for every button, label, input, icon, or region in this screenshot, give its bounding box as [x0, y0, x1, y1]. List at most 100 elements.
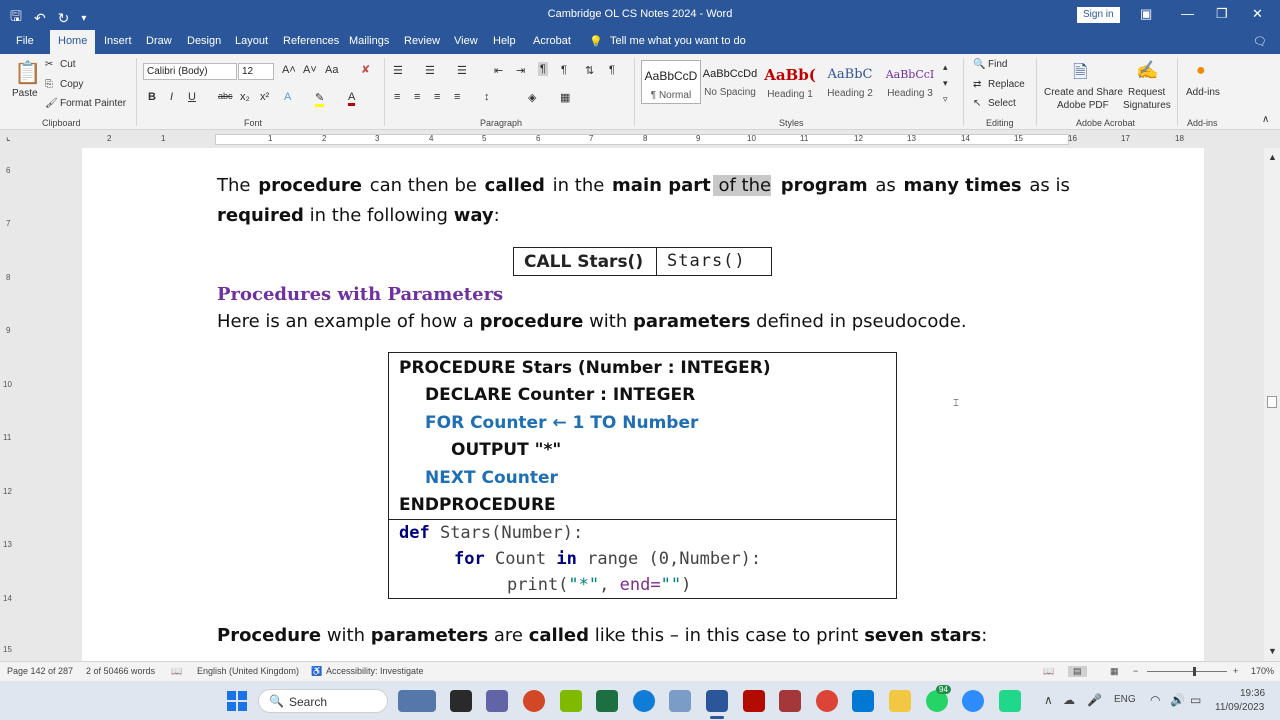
replace-button[interactable]: Replace — [988, 79, 1025, 90]
style-heading-3[interactable]: AaBbCcI Heading 3 — [880, 60, 940, 104]
clear-formatting-icon[interactable]: ✘ — [361, 63, 370, 76]
tab-selector-icon[interactable]: ⌞ — [6, 132, 11, 143]
request-signatures-button-line2[interactable]: Signatures — [1123, 100, 1171, 111]
start-icon[interactable] — [227, 691, 247, 711]
call-python-cell[interactable]: Stars() — [657, 248, 771, 275]
web-layout-icon[interactable]: ▦ — [1110, 666, 1119, 677]
page-count[interactable]: Page 142 of 287 — [7, 666, 73, 676]
zoom-slider[interactable] — [1147, 671, 1227, 672]
onedrive-icon[interactable]: ☁ — [1063, 693, 1075, 707]
acrobat-icon[interactable] — [743, 690, 765, 712]
scroll-down-icon[interactable]: ▼ — [1268, 646, 1277, 656]
volume-icon[interactable]: 🔊 — [1170, 693, 1185, 707]
font-size-combo[interactable]: 12 — [238, 63, 274, 80]
font-name-combo[interactable]: Calibri (Body) — [143, 63, 237, 80]
select-button[interactable]: Select — [988, 98, 1016, 109]
sort-icon[interactable]: ⇅ — [585, 64, 594, 77]
find-icon[interactable]: 🔍 — [973, 59, 985, 70]
align-center-icon[interactable]: ≡ — [414, 91, 420, 103]
tab-references[interactable]: References — [283, 35, 339, 47]
request-signatures-button[interactable]: Request — [1128, 87, 1165, 98]
mail-icon[interactable] — [669, 690, 691, 712]
tab-design[interactable]: Design — [187, 35, 221, 47]
call-table[interactable]: CALL Stars() Stars() — [513, 247, 772, 276]
powerpoint-icon[interactable] — [523, 690, 545, 712]
clock-date[interactable]: 11/09/2023 — [1215, 702, 1264, 713]
ribbon-display-icon[interactable]: ▣ — [1140, 6, 1152, 22]
horizontal-ruler[interactable]: ⌞ 2 1 1 2 3 4 5 6 7 8 9 10 11 12 13 14 1… — [0, 131, 1280, 148]
style-no-spacing[interactable]: AaBbCcDd No Spacing — [700, 60, 760, 104]
call-pseudocode-cell[interactable]: CALL Stars() — [514, 248, 657, 275]
tell-me-search[interactable]: Tell me what you want to do — [610, 35, 746, 47]
accessibility-status[interactable]: Accessibility: Investigate — [326, 666, 424, 676]
superscript-icon[interactable]: x² — [260, 91, 269, 103]
accessibility-icon[interactable]: ♿ — [311, 666, 322, 677]
tab-layout[interactable]: Layout — [235, 35, 268, 47]
show-marks-icon[interactable]: ¶ — [609, 64, 615, 76]
style-heading-1[interactable]: AaBb( Heading 1 — [760, 60, 820, 104]
subscript-icon[interactable]: x₂ — [240, 91, 250, 103]
tab-file[interactable]: File — [16, 35, 34, 47]
bullets-icon[interactable]: ☰ — [393, 64, 403, 77]
format-painter-button[interactable]: Format Painter — [60, 98, 126, 109]
tab-insert[interactable]: Insert — [104, 35, 132, 47]
find-button[interactable]: Find — [988, 59, 1007, 70]
grow-font-icon[interactable]: A˄ — [282, 64, 296, 76]
pycharm-icon[interactable] — [999, 690, 1021, 712]
tab-draw[interactable]: Draw — [146, 35, 172, 47]
tab-view[interactable]: View — [454, 35, 478, 47]
news-widget-icon[interactable] — [398, 690, 436, 712]
addins-icon[interactable]: ● — [1196, 62, 1206, 80]
create-pdf-button[interactable]: Create and Share — [1044, 87, 1123, 98]
underline-icon[interactable]: U — [188, 91, 196, 103]
tab-home[interactable]: Home — [50, 30, 96, 54]
paste-button[interactable]: Paste — [12, 88, 38, 99]
show-hidden-icons[interactable]: ∧ — [1044, 693, 1053, 707]
paragraph-call-line2[interactable]: required in the following way: — [217, 205, 500, 226]
shading-icon[interactable]: ◈ — [528, 91, 536, 104]
tab-review[interactable]: Review — [404, 35, 440, 47]
comments-icon[interactable]: 🗨 — [1253, 35, 1267, 48]
change-case-icon[interactable]: Aa — [325, 64, 338, 76]
styles-more-icon[interactable]: ▿ — [943, 94, 948, 105]
language[interactable]: English (United Kingdom) — [197, 666, 299, 676]
numbering-icon[interactable]: ☰ — [425, 64, 435, 77]
microphone-icon[interactable]: 🎤 — [1087, 693, 1102, 707]
section-heading[interactable]: Procedures with Parameters — [217, 284, 503, 305]
battery-icon[interactable]: ▭ — [1190, 693, 1201, 707]
create-pdf-icon[interactable]: 🗎 — [1073, 60, 1087, 90]
shrink-font-icon[interactable]: A˅ — [303, 64, 317, 76]
align-right-icon[interactable]: ≡ — [434, 91, 440, 103]
justify-icon[interactable]: ≡ — [454, 91, 460, 103]
borders-icon[interactable]: ▦ — [560, 91, 570, 104]
edge-icon[interactable] — [633, 690, 655, 712]
strikethrough-icon[interactable]: abc — [218, 91, 233, 101]
replace-icon[interactable]: ⇄ — [973, 79, 981, 90]
text-effects-icon[interactable]: A — [284, 91, 291, 103]
align-left-icon[interactable]: ≡ — [394, 91, 400, 103]
paragraph-example[interactable]: Here is an example of how a procedure wi… — [217, 311, 967, 332]
word-icon[interactable] — [706, 690, 728, 712]
scroll-up-icon[interactable]: ▲ — [1268, 152, 1277, 162]
style-normal[interactable]: AaBbCcD ¶ Normal — [641, 60, 701, 104]
zoom-slider-thumb[interactable] — [1193, 667, 1196, 676]
styles-scroll-down-icon[interactable]: ▾ — [943, 78, 948, 89]
task-view-icon[interactable] — [450, 690, 472, 712]
pseudocode-cell[interactable]: PROCEDURE Stars (Number : INTEGER) DECLA… — [389, 353, 896, 520]
sign-in-button[interactable]: Sign in — [1077, 7, 1120, 23]
excel-icon[interactable] — [596, 690, 618, 712]
font-color-icon[interactable]: A — [348, 91, 356, 106]
paragraph-call-line1[interactable]: The procedure can then be called in the … — [217, 175, 1070, 196]
proofing-icon[interactable]: 📖 — [171, 666, 182, 677]
code-table[interactable]: PROCEDURE Stars (Number : INTEGER) DECLA… — [388, 352, 897, 599]
tab-help[interactable]: Help — [493, 35, 516, 47]
tab-mailings[interactable]: Mailings — [349, 35, 389, 47]
input-language[interactable]: ENG — [1114, 694, 1136, 705]
zoom-level[interactable]: 170% — [1251, 666, 1274, 676]
taskbar-search[interactable]: 🔍 Search — [258, 689, 388, 713]
cut-icon[interactable]: ✂ — [45, 59, 53, 70]
chrome-icon[interactable] — [816, 690, 838, 712]
teams-icon[interactable] — [486, 690, 508, 712]
minimize-button[interactable]: — — [1181, 6, 1194, 21]
print-layout-icon[interactable]: ▤ — [1068, 666, 1087, 677]
